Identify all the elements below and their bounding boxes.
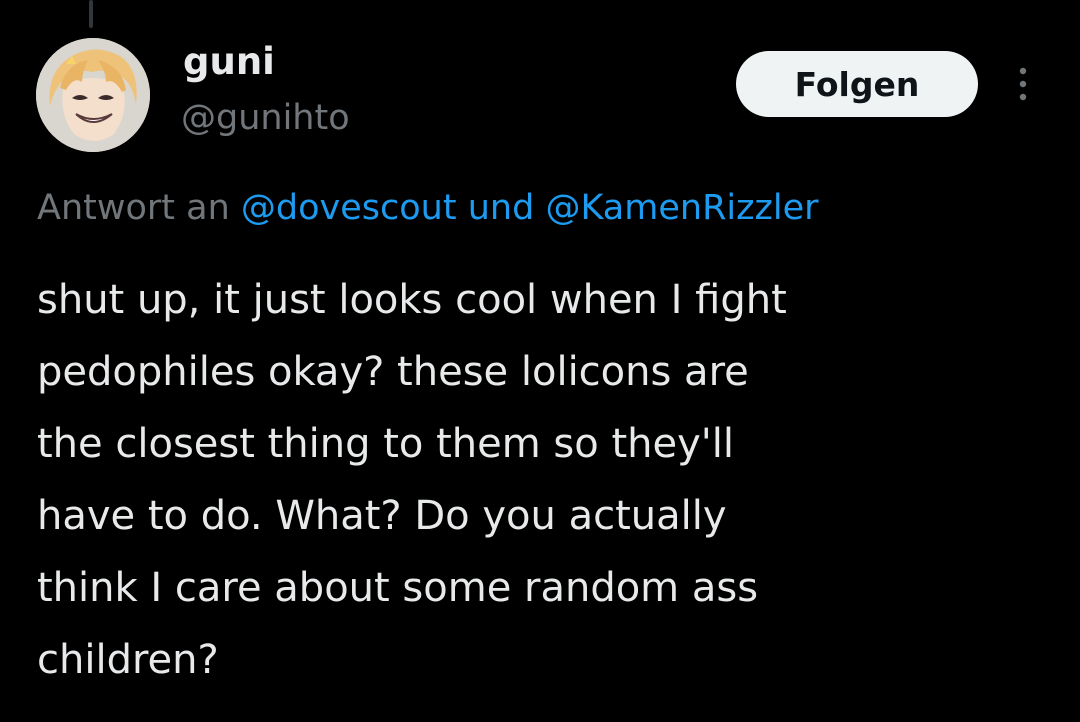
thread-connector-line: [89, 0, 93, 28]
mention-link-kamenrizzler[interactable]: @KamenRizzler: [545, 188, 818, 228]
reply-context: Antwort an @dovescout und @KamenRizzler: [37, 184, 819, 232]
mention-link-dovescout[interactable]: @dovescout: [241, 188, 457, 228]
reply-joiner: und: [467, 188, 535, 228]
follow-button[interactable]: Folgen: [736, 51, 978, 117]
user-handle[interactable]: @gunihto: [181, 95, 350, 141]
avatar[interactable]: [36, 38, 150, 152]
anime-avatar-icon: [36, 38, 150, 152]
more-vertical-icon[interactable]: [1010, 64, 1036, 104]
display-name[interactable]: guni: [183, 38, 275, 86]
reply-prefix: Antwort an: [37, 188, 230, 228]
tweet-text: shut up, it just looks cool when I fight…: [37, 277, 787, 683]
